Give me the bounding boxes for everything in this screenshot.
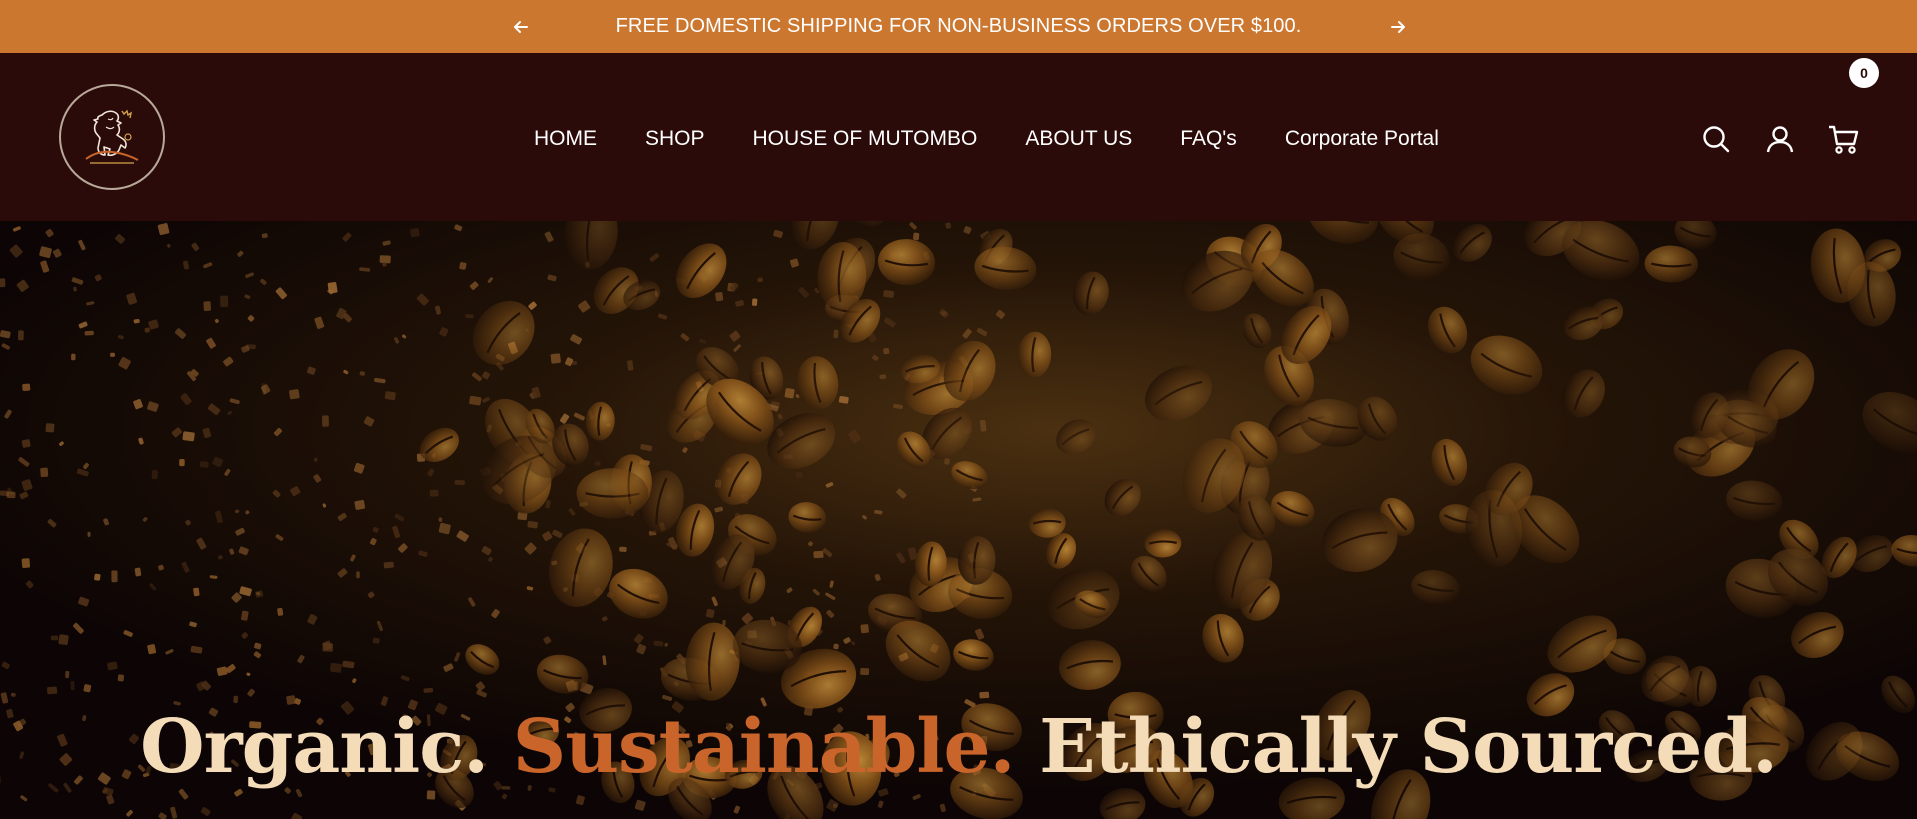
announcement-text: FREE DOMESTIC SHIPPING FOR NON-BUSINESS … — [615, 15, 1302, 37]
headline-ethically-sourced: Ethically Sourced. — [1039, 704, 1778, 790]
cart-count-badge: 0 — [1849, 58, 1879, 88]
search-icon — [1703, 126, 1730, 153]
cart-button[interactable] — [1824, 119, 1864, 159]
arrow-left-icon — [514, 21, 528, 33]
cart-icon — [1829, 125, 1859, 154]
hero-banner: Organic. Sustainable. Ethically Sourced. — [0, 221, 1917, 819]
user-icon — [1766, 126, 1794, 153]
nav-item-house-of-mutombo[interactable]: HOUSE OF MUTOMBO — [753, 127, 978, 151]
announcement-prev-button[interactable] — [507, 13, 535, 41]
site-logo[interactable] — [59, 84, 165, 190]
account-button[interactable] — [1760, 119, 1800, 159]
nav-item-faqs[interactable]: FAQ's — [1180, 127, 1237, 151]
site-header: HOME SHOP HOUSE OF MUTOMBO ABOUT US FAQ'… — [0, 53, 1917, 221]
nav-item-home[interactable]: HOME — [534, 127, 597, 151]
announcement-next-button[interactable] — [1384, 13, 1412, 41]
headline-sustainable: Sustainable. — [512, 704, 1016, 790]
nav-item-shop[interactable]: SHOP — [645, 127, 705, 151]
main-nav: HOME SHOP HOUSE OF MUTOMBO ABOUT US FAQ'… — [534, 121, 1439, 157]
hero-headline: Organic. Sustainable. Ethically Sourced. — [0, 704, 1917, 790]
arrow-right-icon — [1391, 21, 1405, 33]
announcement-bar: FREE DOMESTIC SHIPPING FOR NON-BUSINESS … — [0, 0, 1917, 53]
nav-item-corporate-portal[interactable]: Corporate Portal — [1285, 127, 1439, 151]
search-button[interactable] — [1696, 119, 1736, 159]
lion-crest-logo — [85, 109, 139, 164]
nav-item-about-us[interactable]: ABOUT US — [1025, 127, 1132, 151]
headline-organic: Organic. — [140, 704, 489, 790]
